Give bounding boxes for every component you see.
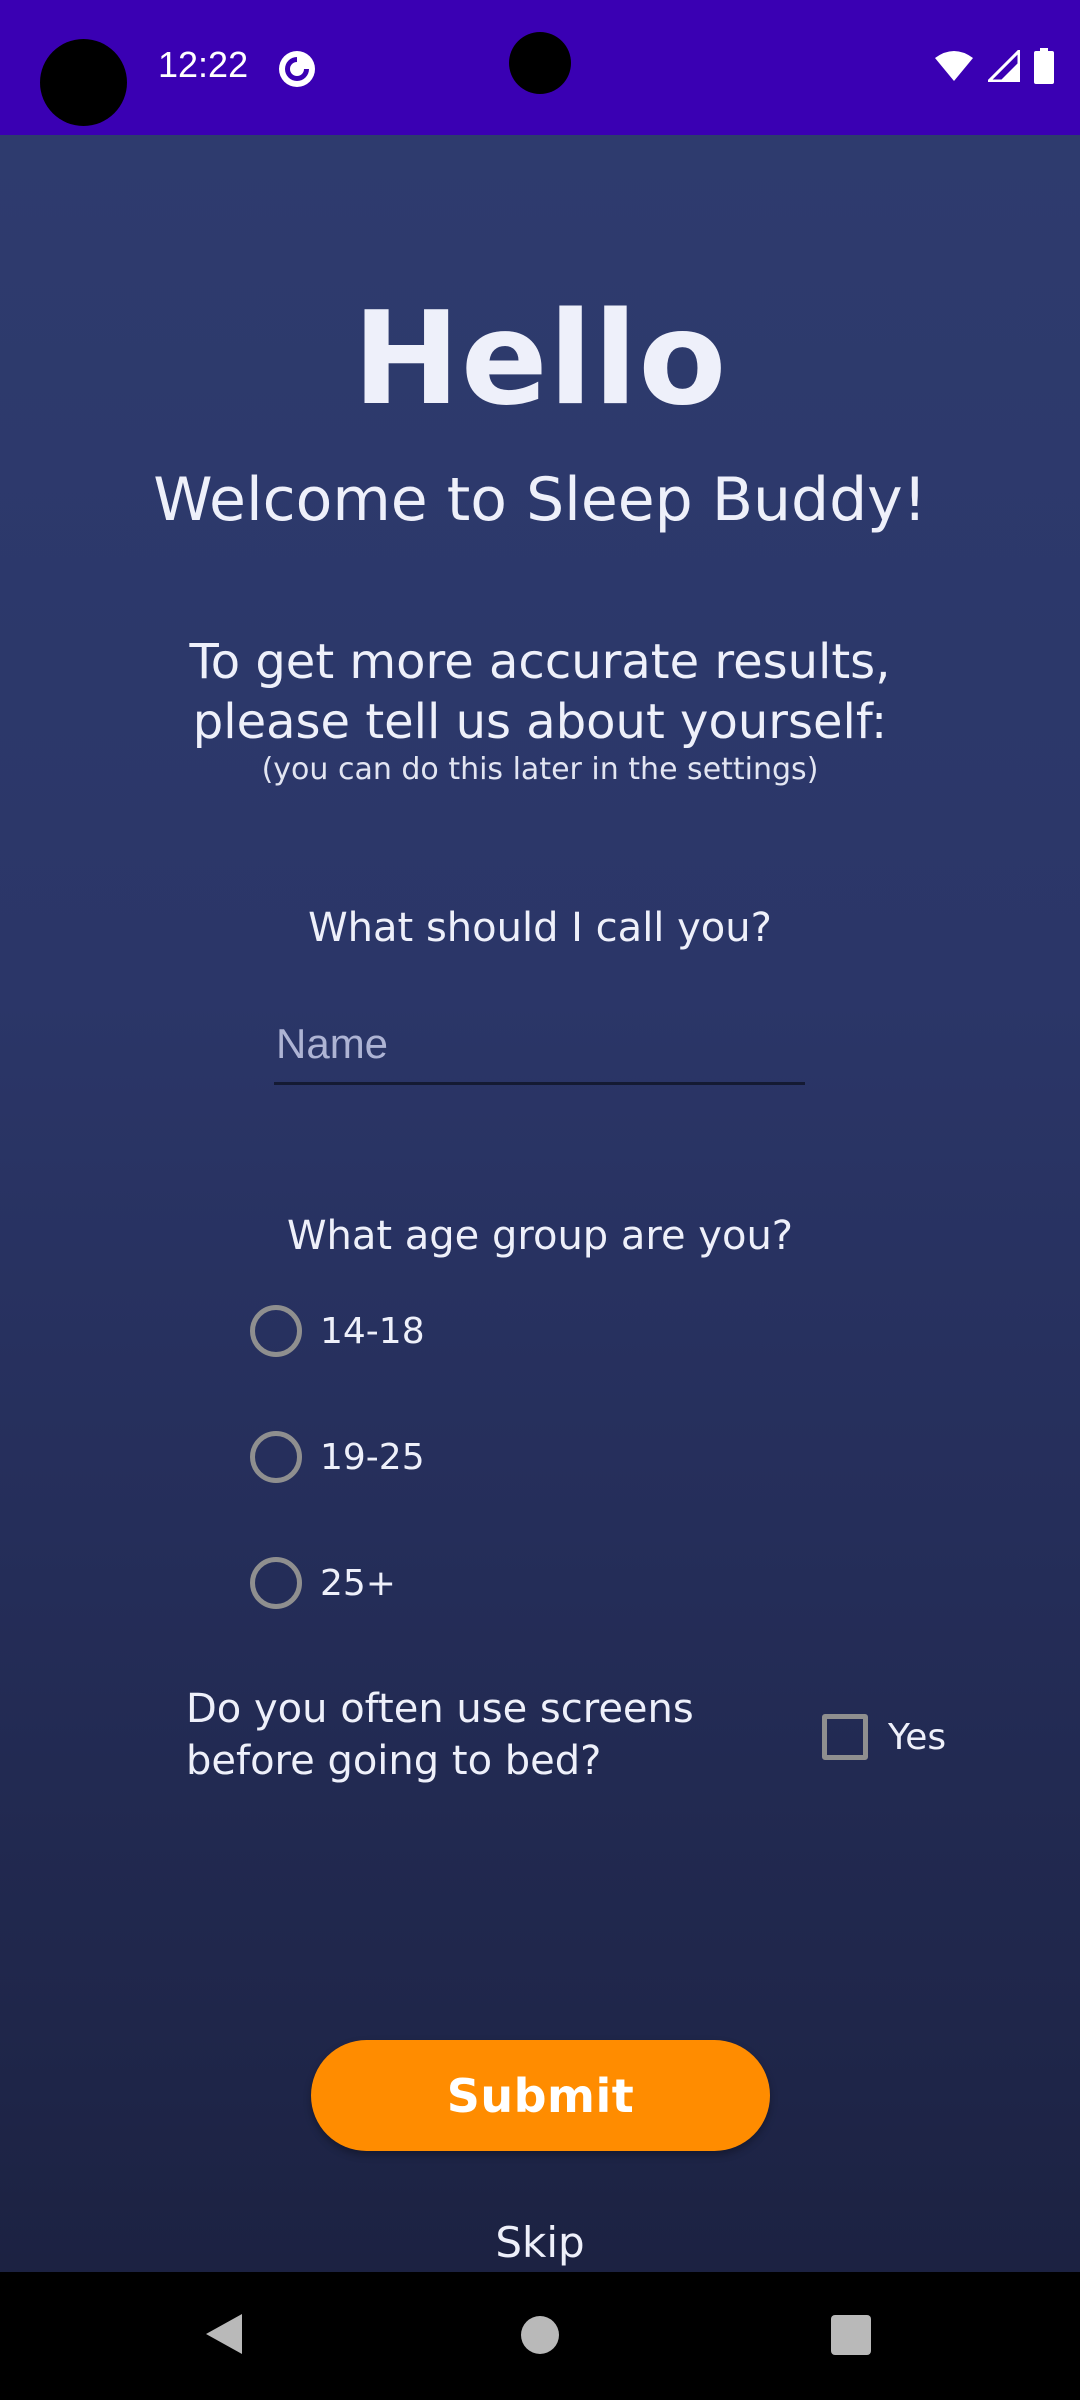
- radio-label: 25+: [320, 1562, 396, 1604]
- radio-button[interactable]: [250, 1305, 302, 1357]
- camera-cutout-center: [509, 32, 571, 94]
- checkbox-label: Yes: [888, 1716, 947, 1758]
- cell-signal-icon: [988, 50, 1020, 82]
- pocket-casts-icon: [279, 51, 315, 87]
- name-question: What should I call you?: [308, 905, 772, 951]
- intro-line-2: please tell us about yourself:: [192, 694, 888, 750]
- status-bar: 12:22: [0, 0, 1080, 135]
- back-triangle-icon[interactable]: [204, 2312, 244, 2356]
- radio-button[interactable]: [250, 1431, 302, 1483]
- screens-question-line-2: before going to bed?: [186, 1738, 602, 1784]
- age-question: What age group are you?: [286, 1213, 794, 1259]
- radio-label: 14-18: [320, 1310, 425, 1352]
- wifi-icon: [935, 51, 973, 81]
- name-input[interactable]: [274, 1005, 805, 1085]
- onboarding-screen: Hello Welcome to Sleep Buddy! To get mor…: [0, 135, 1080, 2272]
- screens-checkbox[interactable]: [822, 1714, 868, 1760]
- age-option-19-25[interactable]: 19-25: [250, 1431, 425, 1483]
- intro-text: To get more accurate results, please tel…: [0, 632, 1080, 752]
- recents-square-icon[interactable]: [831, 2315, 871, 2355]
- battery-icon: [1034, 48, 1054, 84]
- screens-question-line-1: Do you often use screens: [186, 1686, 694, 1732]
- intro-note: (you can do this later in the settings): [261, 752, 819, 787]
- skip-button[interactable]: Skip: [0, 2218, 1080, 2267]
- screens-checkbox-row[interactable]: Yes: [822, 1714, 946, 1760]
- age-option-14-18[interactable]: 14-18: [250, 1305, 425, 1357]
- age-option-25-plus[interactable]: 25+: [250, 1557, 396, 1609]
- radio-label: 19-25: [320, 1436, 425, 1478]
- status-time: 12:22: [158, 44, 249, 85]
- camera-cutout-left: [40, 39, 127, 126]
- navigation-bar: [0, 2272, 1080, 2400]
- home-circle-icon[interactable]: [521, 2316, 559, 2354]
- intro-line-1: To get more accurate results,: [189, 634, 891, 690]
- submit-button[interactable]: Submit: [311, 2040, 770, 2151]
- hello-heading: Hello: [352, 285, 728, 434]
- screens-question: Do you often use screens before going to…: [186, 1683, 746, 1787]
- status-icons: [934, 48, 1054, 84]
- welcome-heading: Welcome to Sleep Buddy!: [153, 465, 927, 535]
- radio-button[interactable]: [250, 1557, 302, 1609]
